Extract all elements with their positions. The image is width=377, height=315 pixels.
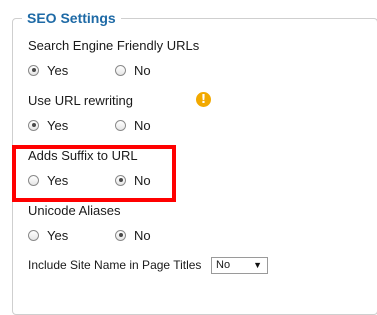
radio-label: Yes [47, 117, 69, 133]
suffix-url-label: Adds Suffix to URL [28, 148, 138, 163]
radio-label: No [134, 62, 151, 78]
url-rewriting-yes-radio[interactable]: Yes [28, 117, 68, 133]
radio-label: No [134, 227, 151, 243]
sef-urls-no-radio[interactable]: No [115, 62, 151, 78]
unicode-aliases-no-radio[interactable]: No [115, 227, 151, 243]
sef-urls-label: Search Engine Friendly URLs [28, 38, 200, 53]
site-name-label: Include Site Name in Page Titles [28, 258, 202, 272]
seo-settings-legend: SEO Settings [22, 10, 121, 26]
radio-checked-icon [115, 229, 126, 241]
site-name-select[interactable]: No ▼ [211, 257, 268, 274]
sef-urls-yes-radio[interactable]: Yes [28, 62, 68, 78]
radio-checked-icon [28, 119, 39, 131]
radio-checked-icon [115, 174, 126, 186]
suffix-url-no-radio[interactable]: No [115, 172, 151, 188]
url-rewriting-no-radio[interactable]: No [115, 117, 151, 133]
url-rewriting-label: Use URL rewriting [28, 93, 133, 108]
radio-label: No [134, 172, 151, 188]
warning-icon[interactable]: ! [196, 92, 211, 107]
chevron-down-icon: ▼ [253, 260, 262, 270]
radio-label: Yes [47, 172, 69, 188]
radio-checked-icon [28, 64, 39, 76]
suffix-url-yes-radio[interactable]: Yes [28, 172, 68, 188]
radio-unchecked-icon [115, 64, 126, 76]
radio-unchecked-icon [28, 174, 39, 186]
select-value: No [216, 259, 231, 271]
radio-unchecked-icon [28, 229, 39, 241]
radio-label: Yes [47, 227, 69, 243]
radio-label: No [134, 117, 151, 133]
radio-label: Yes [47, 62, 69, 78]
unicode-aliases-yes-radio[interactable]: Yes [28, 227, 68, 243]
radio-unchecked-icon [115, 119, 126, 131]
unicode-aliases-label: Unicode Aliases [28, 203, 121, 218]
